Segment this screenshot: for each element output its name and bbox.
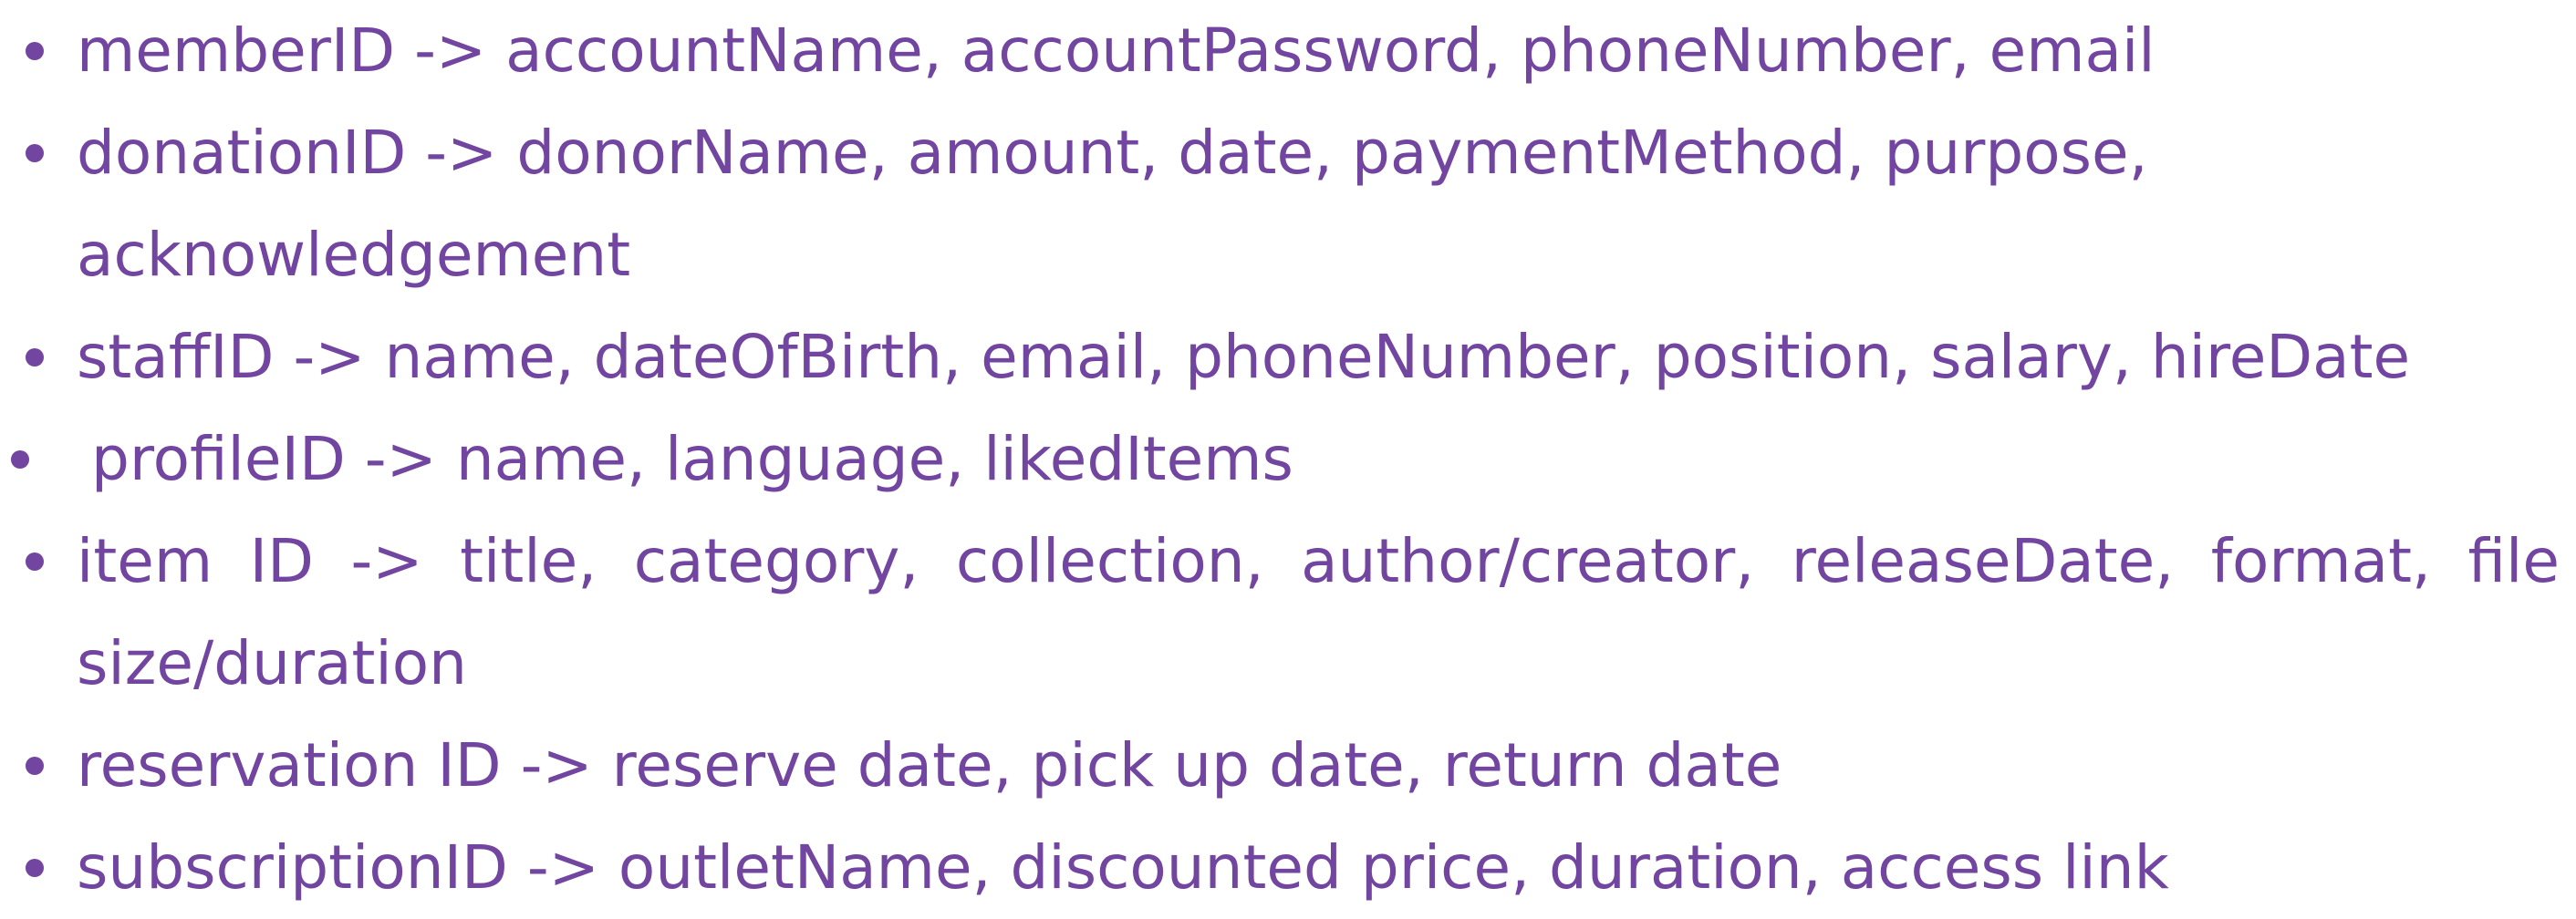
list-item: donationID -> donorName, amount, date, p…: [26, 102, 2560, 306]
list-item-text: reservation ID -> reserve date, pick up …: [77, 730, 1782, 800]
bullet-icon: [26, 859, 44, 877]
bullet-icon: [26, 552, 44, 571]
list-item-text: item ID -> title, category, collection, …: [77, 526, 2560, 698]
bullet-icon: [26, 42, 44, 60]
list-item: subscriptionID -> outletName, discounted…: [26, 817, 2560, 919]
list-item-text: subscriptionID -> outletName, discounted…: [77, 832, 2169, 903]
document-body: memberID -> accountName, accountPassword…: [0, 0, 2576, 903]
list-item: profileID -> name, language, likedItems: [11, 408, 2560, 511]
list-item-text: profileID -> name, language, likedItems: [91, 424, 1293, 494]
list-item-text: staffID -> name, dateOfBirth, email, pho…: [77, 322, 2411, 392]
list-item: memberID -> accountName, accountPassword…: [26, 0, 2560, 102]
list-item: reservation ID -> reserve date, pick up …: [26, 715, 2560, 817]
bullet-icon: [26, 757, 44, 775]
list-item: item ID -> title, category, collection, …: [26, 511, 2560, 715]
bullet-icon: [26, 348, 44, 367]
bullet-icon: [11, 450, 29, 469]
bullet-icon: [26, 144, 44, 162]
list-item: staffID -> name, dateOfBirth, email, pho…: [26, 306, 2560, 408]
list-item-text: memberID -> accountName, accountPassword…: [77, 15, 2155, 86]
list-item-text: donationID -> donorName, amount, date, p…: [77, 118, 2148, 290]
